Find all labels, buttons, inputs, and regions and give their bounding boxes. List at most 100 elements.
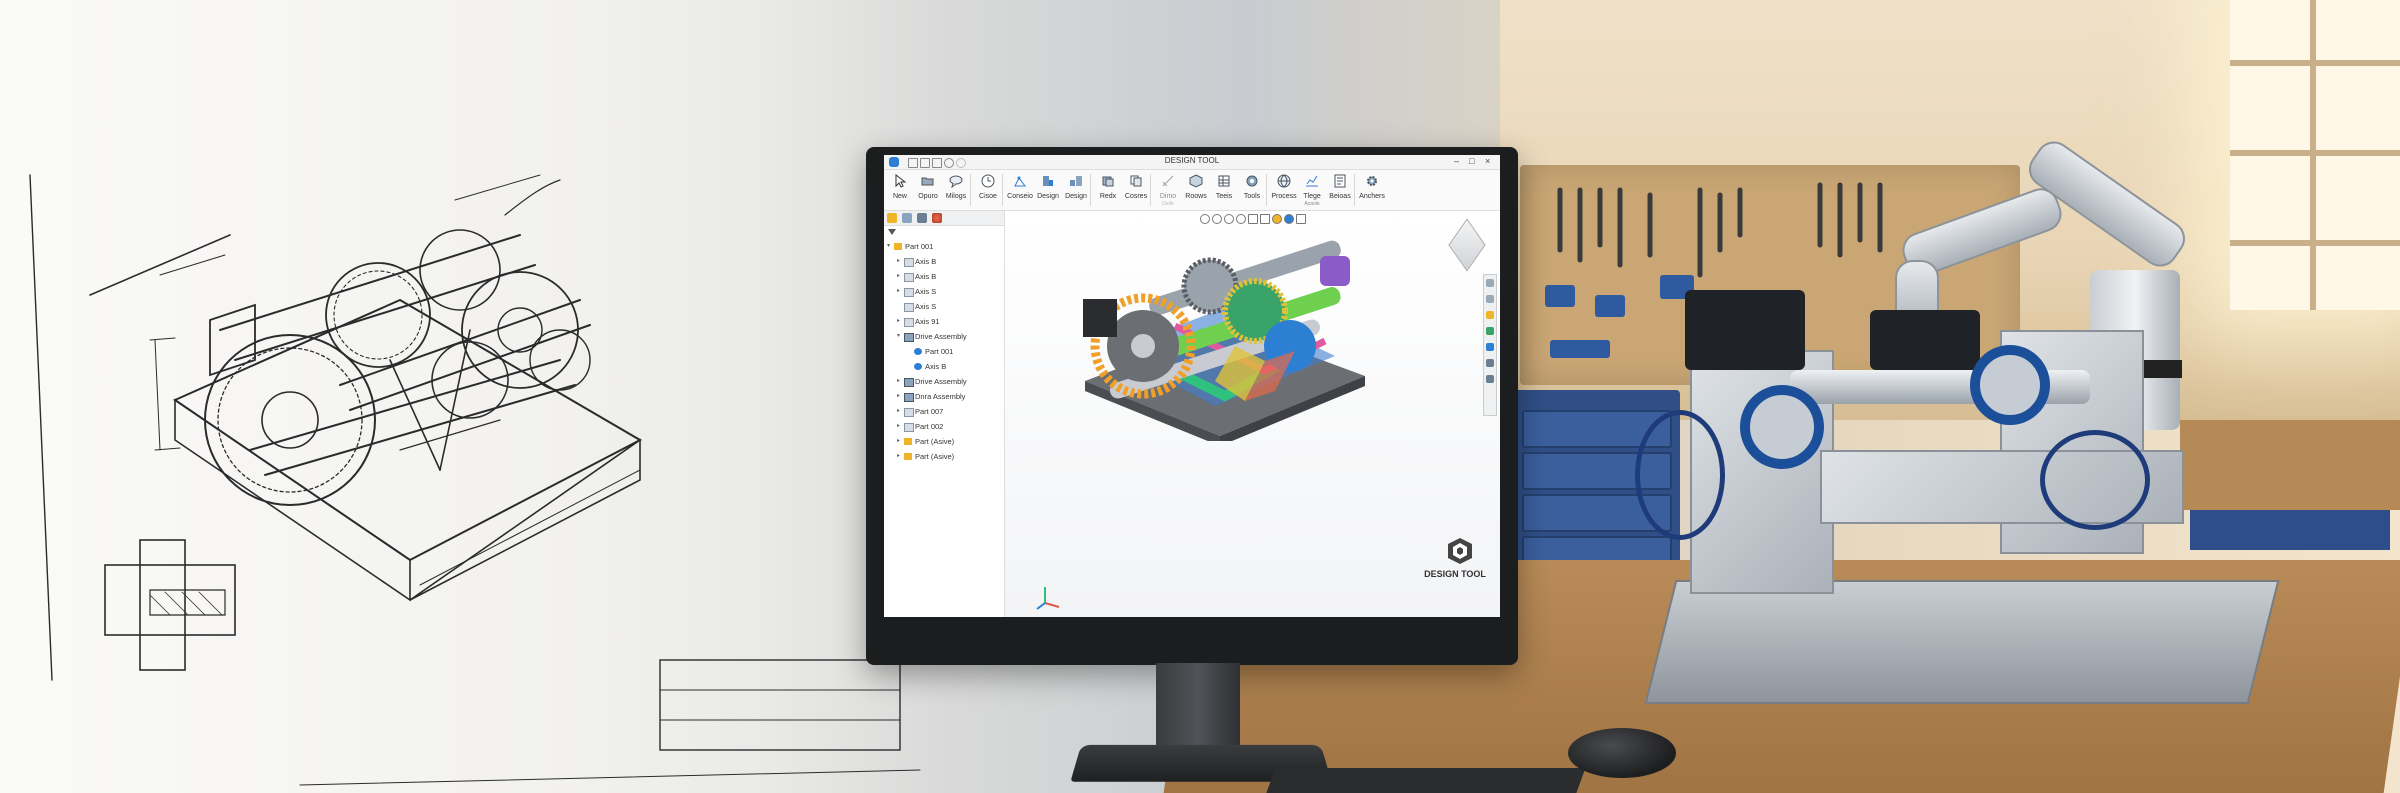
monitor-stand xyxy=(1156,663,1240,758)
tree-item[interactable]: Axis S xyxy=(884,299,1004,314)
gearbox-3d-model xyxy=(1083,240,1365,441)
tree-item[interactable]: Axis B xyxy=(884,359,1004,374)
globe-icon xyxy=(914,348,922,355)
workshop-scene: DESIGN TOOL – □ × New Opuro Milogs Cisoe xyxy=(0,0,2400,793)
color-icon[interactable] xyxy=(1486,327,1494,335)
ribbon-button-tools[interactable]: Tools xyxy=(1236,172,1268,208)
tree-tabs xyxy=(884,211,1004,226)
filter-icon[interactable] xyxy=(888,229,896,235)
3d-viewport[interactable]: DESIGN TOOL xyxy=(1005,211,1500,617)
cursor-icon xyxy=(895,174,907,188)
part-icon xyxy=(904,318,914,327)
tab-appearance[interactable] xyxy=(932,213,942,223)
assembly-icon xyxy=(904,393,914,402)
tree-item[interactable]: ▸ Part 002 xyxy=(884,419,1004,434)
assembly-icon xyxy=(1070,176,1082,186)
folder-icon xyxy=(904,453,912,460)
design-tool-logo-icon xyxy=(1448,538,1472,564)
tree-item[interactable]: ▸ Drive Assembly xyxy=(884,374,1004,389)
design-icon xyxy=(1043,176,1053,186)
tree-item[interactable]: ▸ Axis B xyxy=(884,254,1004,269)
view-side-toolbar xyxy=(1483,274,1497,416)
render-icon[interactable] xyxy=(1486,343,1494,351)
tree-item[interactable]: ▾ Part 001 xyxy=(884,239,1004,254)
bearing-2 xyxy=(1970,345,2050,425)
cable-loop-2 xyxy=(2040,430,2150,530)
part-icon xyxy=(904,288,914,297)
tree-item[interactable]: Part 001 xyxy=(884,344,1004,359)
ribbon-button-anchers[interactable]: Anchers xyxy=(1356,172,1388,208)
comment-icon xyxy=(949,175,963,188)
motor xyxy=(1685,290,1805,370)
tree-item[interactable]: ▸ Axis B xyxy=(884,269,1004,284)
dimension-icon xyxy=(1162,175,1174,187)
tree-item[interactable]: ▸ Part 007 xyxy=(884,404,1004,419)
ribbon-button-cosres[interactable]: Cosres xyxy=(1120,172,1152,208)
gearbox-prototype xyxy=(1635,290,2300,750)
window-title: DESIGN TOOL xyxy=(1164,156,1220,165)
pan-icon[interactable] xyxy=(1224,214,1234,224)
home-view-icon[interactable] xyxy=(1486,279,1494,287)
tree-item[interactable]: ▸ Dnra Assembly xyxy=(884,389,1004,404)
cad-app-window: DESIGN TOOL – □ × New Opuro Milogs Cisoe xyxy=(884,155,1500,617)
tree-item[interactable]: ▸ Part (Asive) xyxy=(884,449,1004,464)
tab-model-tree[interactable] xyxy=(902,213,912,223)
tree-item[interactable]: ▾ Drive Assembly xyxy=(884,329,1004,344)
maximize-icon[interactable]: □ xyxy=(1469,156,1474,166)
aluminium-base-frame xyxy=(1644,580,2280,704)
folder-icon xyxy=(894,243,902,250)
chart-icon xyxy=(1306,175,1318,187)
display-style-icon[interactable] xyxy=(1260,214,1270,224)
measure-icon[interactable] xyxy=(1486,295,1494,303)
globe-icon xyxy=(1277,174,1291,188)
assembly-icon xyxy=(904,378,914,387)
palette-icon[interactable] xyxy=(887,213,897,223)
part-icon xyxy=(904,273,914,282)
folder-open-icon xyxy=(921,177,934,186)
close-icon[interactable]: × xyxy=(1485,156,1490,166)
minimize-icon[interactable]: – xyxy=(1454,156,1459,166)
motor-2 xyxy=(1870,310,1980,370)
cable-loop xyxy=(1635,410,1725,540)
globe-icon xyxy=(914,363,922,370)
cube-icon xyxy=(1189,174,1203,188)
keyboard xyxy=(1264,768,1586,793)
copy-icon xyxy=(1130,175,1142,187)
table-icon xyxy=(1218,175,1230,187)
ribbon-button-milogs[interactable]: Milogs xyxy=(940,172,972,208)
settings-icon[interactable] xyxy=(1486,359,1494,367)
zoom-fit-icon[interactable] xyxy=(1212,214,1222,224)
ribbon-button-design-2[interactable]: Design xyxy=(1060,172,1092,208)
tab-properties[interactable] xyxy=(917,213,927,223)
bearing xyxy=(1740,385,1824,469)
ribbon-button-beioas[interactable]: Beioas xyxy=(1324,172,1356,208)
axis-triad-icon xyxy=(1036,587,1060,610)
part-icon xyxy=(904,258,914,267)
assembly-icon xyxy=(904,333,914,342)
gear-icon xyxy=(1367,176,1377,186)
zoom-icon[interactable] xyxy=(1200,214,1210,224)
workshop-window xyxy=(2230,0,2400,310)
monitor-icon[interactable] xyxy=(1296,214,1306,224)
tree-item[interactable]: ▸ Axis S xyxy=(884,284,1004,299)
rotate-icon[interactable] xyxy=(1236,214,1246,224)
export-icon[interactable] xyxy=(1486,375,1494,383)
title-bar: DESIGN TOOL – □ × xyxy=(884,155,1500,170)
tools-icon xyxy=(1246,175,1258,187)
layers-icon xyxy=(1102,176,1114,187)
appearance-icon[interactable] xyxy=(1272,214,1282,224)
view-cube[interactable] xyxy=(1448,218,1486,272)
feature-tree: ▾ Part 001 ▸ Axis B ▸ Axis B ▸ Axis S Axis S… xyxy=(884,239,1004,464)
gearbox-sketch xyxy=(29,174,921,786)
brand-label: DESIGN TOOL xyxy=(1424,569,1486,579)
part-icon xyxy=(904,408,914,417)
tree-item[interactable]: ▸ Axis 91 xyxy=(884,314,1004,329)
section-icon[interactable] xyxy=(1248,214,1258,224)
model-tree-panel: ▾ Part 001 ▸ Axis B ▸ Axis B ▸ Axis S Axis S… xyxy=(884,211,1005,617)
ribbon-button-cisoe[interactable]: Cisoe xyxy=(972,172,1004,208)
drawing-icon xyxy=(1334,174,1346,188)
folder-icon[interactable] xyxy=(1486,311,1494,319)
tree-item[interactable]: ▸ Part (Asive) xyxy=(884,434,1004,449)
ribbon-toolbar: New Opuro Milogs Cisoe Conseio Design De… xyxy=(884,170,1500,211)
scene-icon[interactable] xyxy=(1284,214,1294,224)
